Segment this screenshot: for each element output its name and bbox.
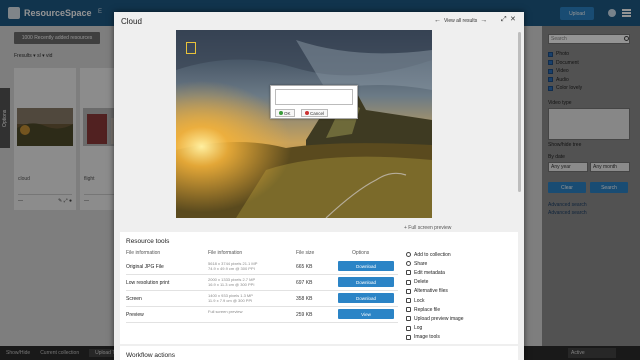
- workflow-panel: Workflow actions: [120, 346, 518, 360]
- size-name: Preview: [126, 312, 144, 318]
- action-label: Add to collection: [414, 251, 451, 258]
- image-icon: [406, 334, 411, 340]
- download-button[interactable]: Download: [338, 261, 394, 271]
- cancel-icon: [305, 111, 309, 115]
- file-size: 358 KB: [296, 296, 313, 302]
- action-label: Image tools: [414, 334, 440, 341]
- column-header: File information: [208, 250, 243, 256]
- file-icon: [406, 307, 411, 313]
- size-info: 2000 x 1333 pixels 2.7 MP 16.9 x 11.3 cm…: [208, 277, 256, 287]
- action-share[interactable]: Share: [406, 259, 463, 268]
- action-replace-file[interactable]: Replace file: [406, 305, 463, 314]
- file-size: 665 KB: [296, 264, 313, 270]
- size-info: Full screen preview: [208, 309, 243, 314]
- action-label: Delete: [414, 279, 429, 286]
- modal-title: Cloud: [121, 17, 142, 26]
- resource-modal: Cloud ← View all results → ⤢ ✕ OK Cancel…: [114, 12, 524, 360]
- annotation-marker[interactable]: [186, 42, 196, 54]
- action-label: Share: [414, 260, 428, 267]
- action-label: Replace file: [414, 306, 441, 313]
- full-screen-preview-link[interactable]: + Full screen preview: [404, 225, 451, 231]
- action-add-to-collection[interactable]: Add to collection: [406, 250, 463, 259]
- action-image-tools[interactable]: Image tools: [406, 333, 463, 342]
- download-row: Low resolution print 2000 x 1333 pixels …: [126, 275, 398, 291]
- download-row: Screen 1400 x 933 pixels 1.3 MP 11.9 x 7…: [126, 291, 398, 307]
- resource-tools-title: Resource tools: [126, 238, 170, 245]
- size-info: 5618 x 3744 pixels 21.1 MP 74.9 x 49.9 c…: [208, 261, 258, 271]
- lock-icon: [406, 298, 411, 304]
- previous-arrow-icon[interactable]: ←: [434, 17, 441, 24]
- view-button[interactable]: View: [338, 309, 394, 319]
- size-info: 1400 x 933 pixels 1.3 MP 11.9 x 7.9 cm @…: [208, 293, 253, 303]
- workflow-title: Workflow actions: [126, 352, 176, 359]
- action-label: Edit metadata: [414, 269, 445, 276]
- resource-preview-image[interactable]: OK Cancel: [176, 30, 432, 218]
- action-alternative-files[interactable]: Alternative files: [406, 287, 463, 296]
- annotation-ok-button[interactable]: OK: [275, 109, 295, 117]
- modal-header: Cloud ← View all results → ⤢ ✕: [114, 12, 524, 30]
- plus-icon: [406, 252, 411, 258]
- cancel-label: Cancel: [310, 110, 325, 116]
- list-icon: [406, 325, 411, 331]
- action-upload-preview[interactable]: Upload preview image: [406, 314, 463, 323]
- download-button[interactable]: Download: [338, 293, 394, 303]
- column-header: File size: [296, 250, 315, 256]
- modal-scrollbar[interactable]: [518, 32, 521, 192]
- check-icon: [279, 111, 283, 115]
- maximize-icon[interactable]: ⤢: [501, 16, 507, 24]
- trash-icon: [406, 279, 411, 285]
- download-row: Preview Full screen preview 259 KB View: [126, 307, 398, 323]
- column-header: Options: [352, 250, 370, 256]
- annotation-input[interactable]: [275, 89, 353, 105]
- resource-actions-list: Add to collection Share Edit metadata De…: [406, 250, 463, 342]
- close-icon[interactable]: ✕: [510, 16, 516, 24]
- result-navigation: ← View all results →: [434, 17, 487, 24]
- action-lock[interactable]: Lock: [406, 296, 463, 305]
- action-edit-metadata[interactable]: Edit metadata: [406, 268, 463, 277]
- action-log[interactable]: Log: [406, 324, 463, 333]
- size-name: Low resolution print: [126, 280, 170, 286]
- size-name: Screen: [126, 296, 142, 302]
- action-label: Upload preview image: [414, 315, 464, 322]
- action-label: Alternative files: [414, 288, 448, 295]
- files-icon: [406, 288, 411, 294]
- annotation-editor: OK Cancel: [270, 85, 358, 119]
- download-button[interactable]: Download: [338, 277, 394, 287]
- next-arrow-icon[interactable]: →: [480, 17, 487, 24]
- file-size: 259 KB: [296, 312, 313, 318]
- column-header: File information: [126, 250, 161, 256]
- file-size: 697 KB: [296, 280, 313, 286]
- action-label: Lock: [414, 297, 425, 304]
- pencil-icon: [406, 270, 411, 276]
- upload-icon: [406, 316, 411, 322]
- view-all-results-link[interactable]: View all results: [444, 18, 477, 24]
- size-name: Original JPG File: [126, 264, 164, 270]
- action-delete[interactable]: Delete: [406, 278, 463, 287]
- share-icon: [406, 261, 411, 267]
- ok-label: OK: [284, 110, 291, 116]
- download-row: Original JPG File 5618 x 3744 pixels 21.…: [126, 259, 398, 275]
- resource-tools-panel: Resource tools File information File inf…: [120, 232, 518, 344]
- annotation-cancel-button[interactable]: Cancel: [301, 109, 329, 117]
- action-label: Log: [414, 325, 423, 332]
